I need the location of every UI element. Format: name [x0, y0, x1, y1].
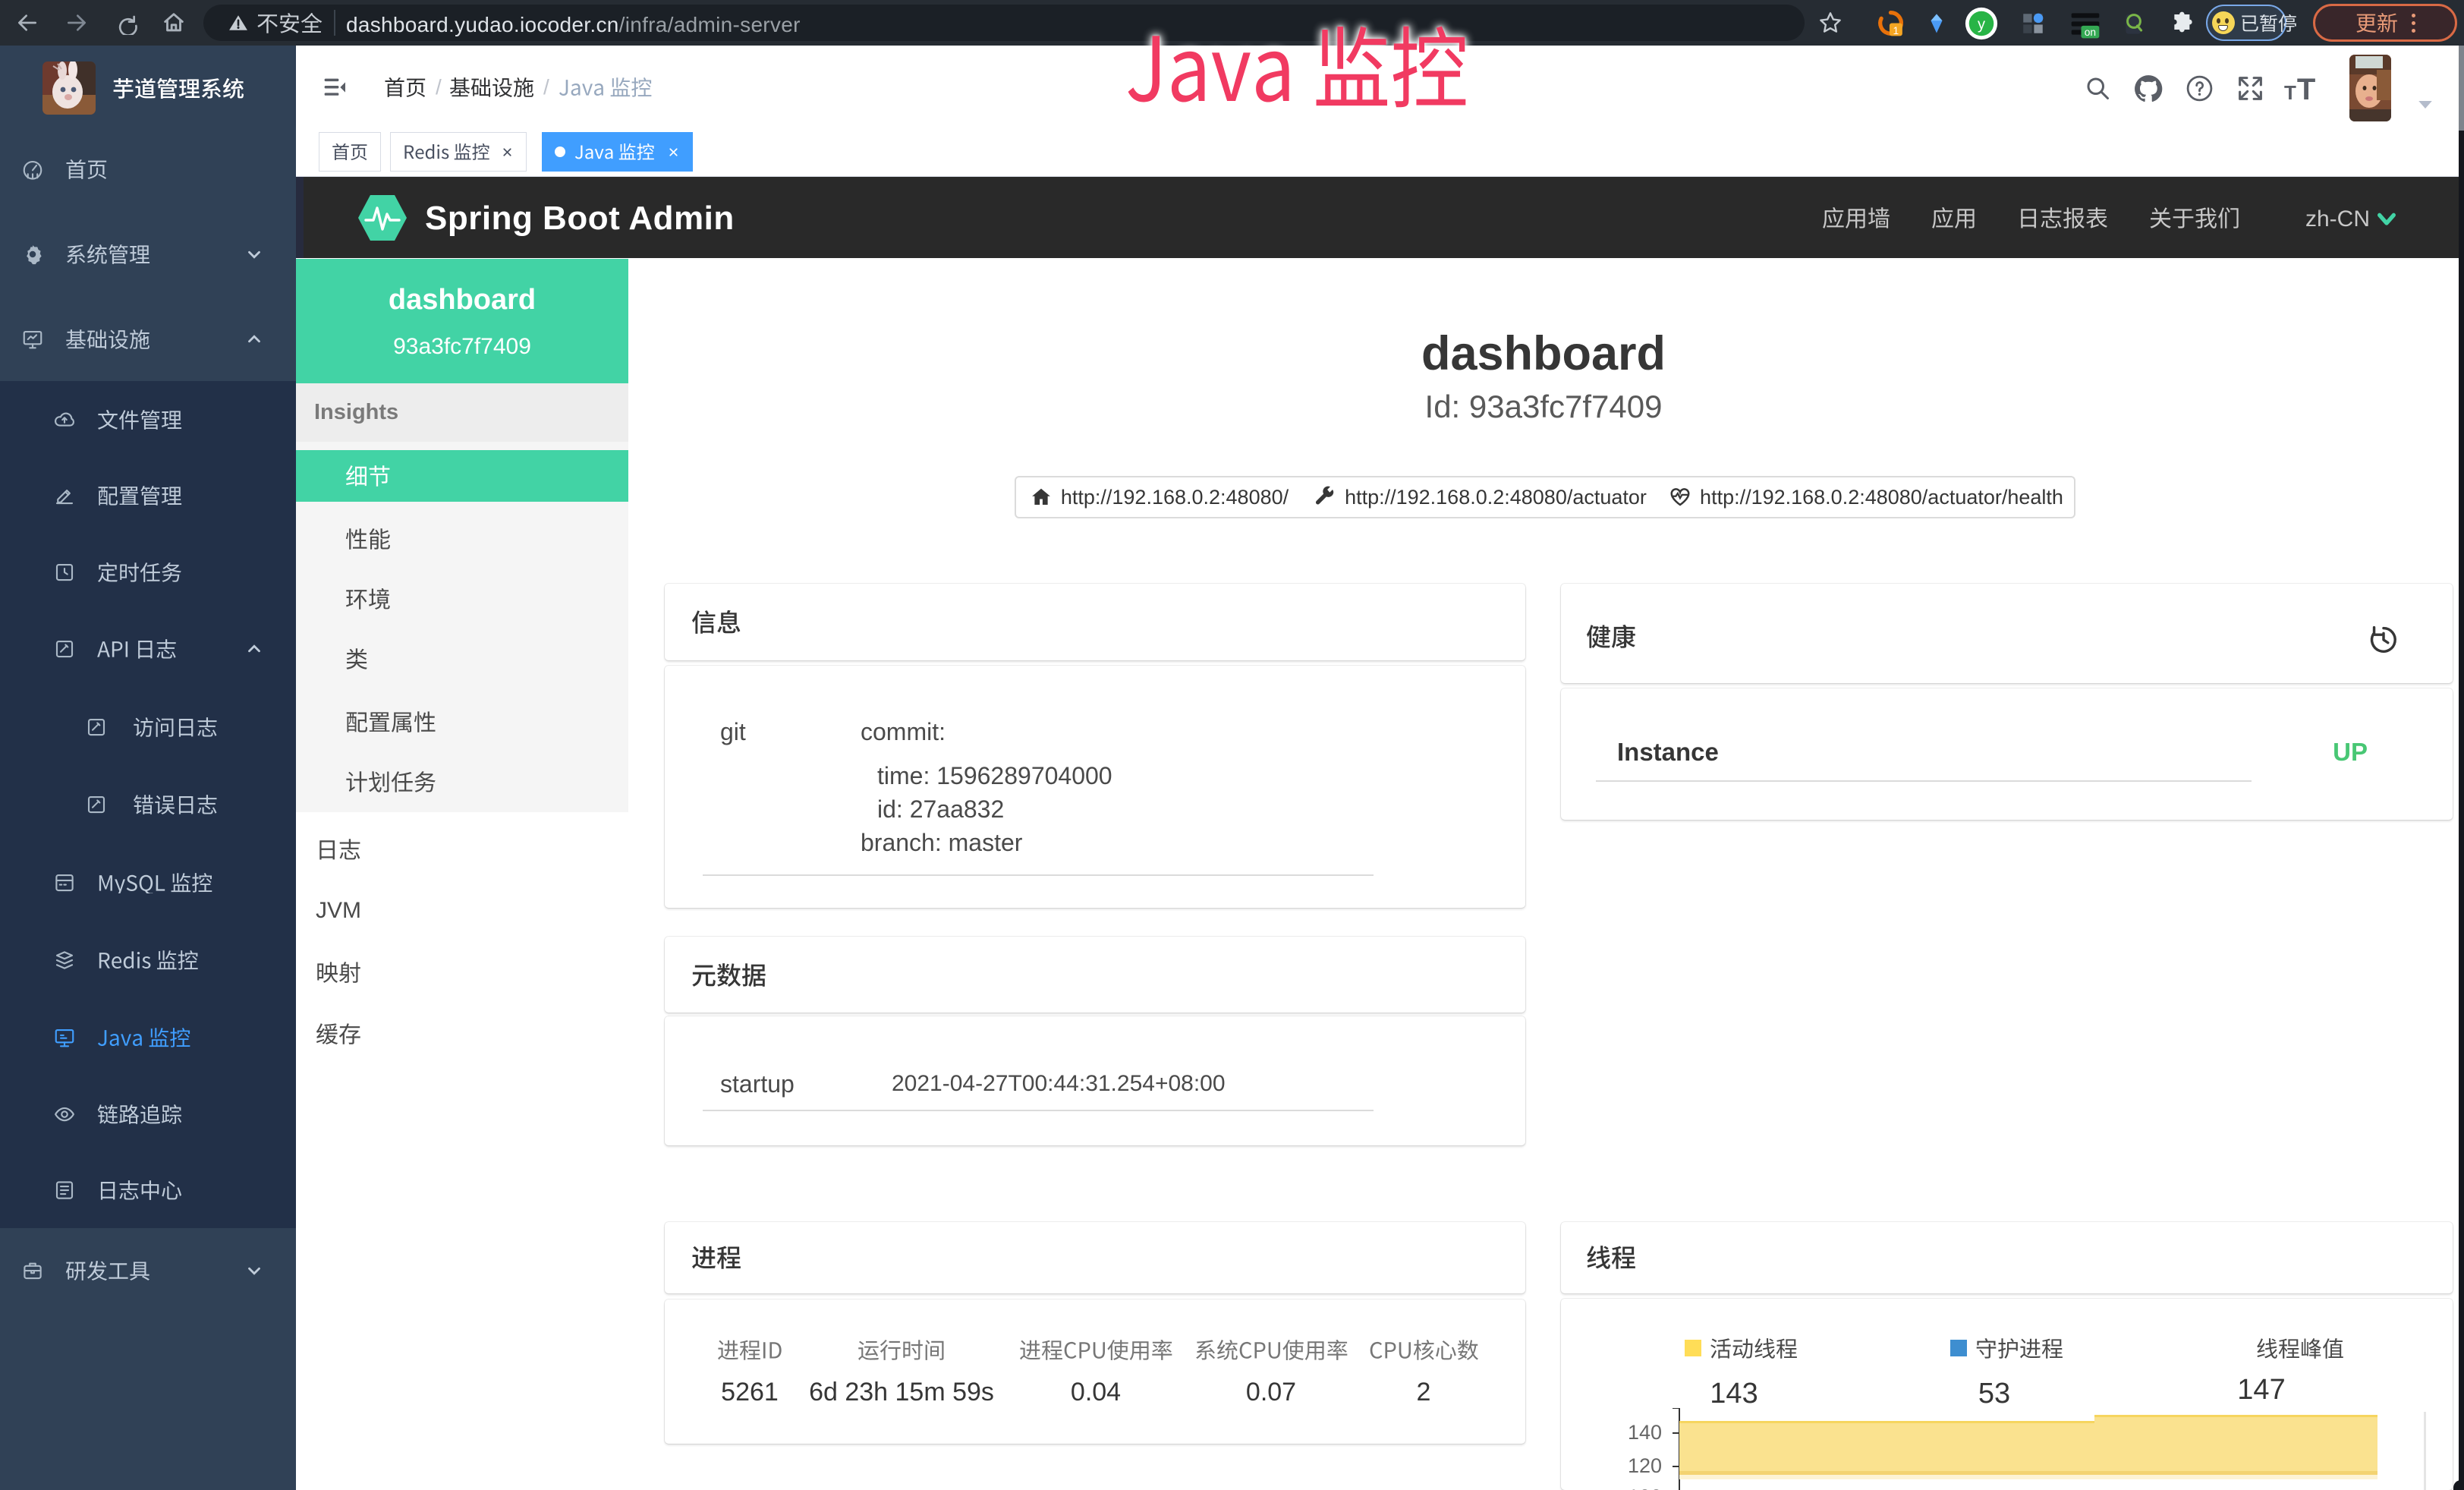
svg-text:on: on — [2085, 27, 2096, 38]
svg-text:1: 1 — [1893, 24, 1899, 36]
svg-text:y: y — [1978, 17, 1986, 33]
